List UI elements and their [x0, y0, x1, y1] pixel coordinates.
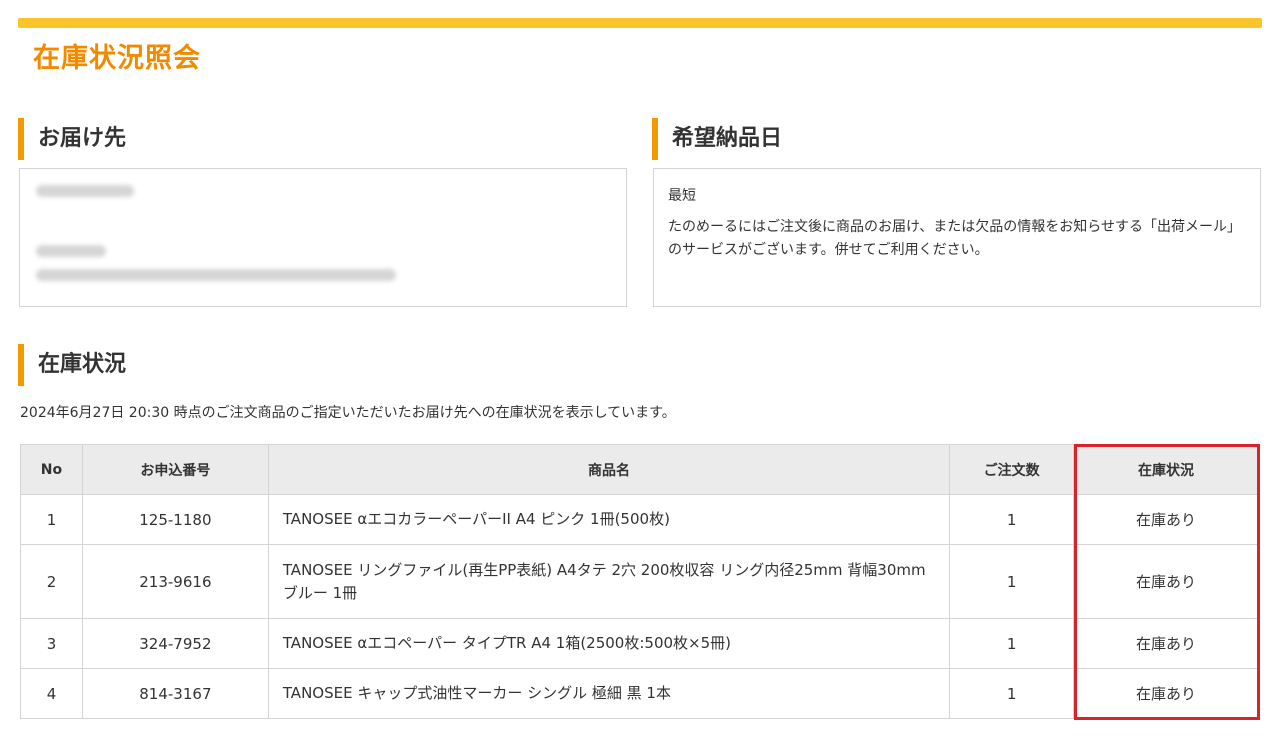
stock-info-text: 2024年6月27日 20:30 時点のご注文商品のご指定いただいたお届け先への… [20, 405, 676, 421]
cell-quantity: 1 [949, 544, 1075, 619]
cell-stock-status: 在庫あり [1073, 668, 1259, 719]
table-row: 3 324-7952 TANOSEE αエコペーパー タイプTR A4 1箱(2… [20, 618, 1259, 669]
cell-quantity: 1 [949, 668, 1075, 719]
desired-date-heading: 希望納品日 [652, 118, 782, 160]
cell-product-name: TANOSEE キャップ式油性マーカー シングル 極細 黒 1本 [267, 668, 951, 719]
table-row: 1 125-1180 TANOSEE αエコカラーペーパーII A4 ピンク 1… [20, 494, 1259, 545]
top-accent-bar [18, 18, 1262, 28]
blurred-recipient-name [36, 185, 134, 197]
cell-stock-status: 在庫あり [1073, 618, 1259, 669]
blurred-postal-code [36, 245, 106, 257]
desired-date-value: 最短 [668, 188, 696, 204]
cell-quantity: 1 [949, 618, 1075, 669]
cell-quantity: 1 [949, 494, 1075, 545]
column-header-stock-status: 在庫状況 [1073, 444, 1259, 495]
column-header-no: No [20, 444, 83, 495]
cell-no: 4 [20, 668, 83, 719]
cell-order-number: 213-9616 [81, 544, 269, 619]
page-title: 在庫状況照会 [33, 43, 201, 74]
table-row: 2 213-9616 TANOSEE リングファイル(再生PP表紙) A4タテ … [20, 544, 1259, 619]
cell-order-number: 125-1180 [81, 494, 269, 545]
stock-inquiry-page: 在庫状況照会 お届け先 希望納品日 最短 たのめーるにはご注文後に商品のお届け、… [0, 0, 1280, 740]
table-header-row: No お申込番号 商品名 ご注文数 在庫状況 [20, 444, 1259, 495]
column-header-quantity: ご注文数 [949, 444, 1075, 495]
shipping-mail-note: たのめーるにはご注文後に商品のお届け、または欠品の情報をお知らせする「出荷メール… [668, 219, 1242, 258]
cell-product-name: TANOSEE リングファイル(再生PP表紙) A4タテ 2穴 200枚収容 リ… [267, 544, 951, 619]
stock-heading: 在庫状況 [18, 344, 126, 386]
cell-order-number: 324-7952 [81, 618, 269, 669]
cell-order-number: 814-3167 [81, 668, 269, 719]
delivery-heading: お届け先 [18, 118, 126, 160]
blurred-address [36, 269, 396, 281]
cell-no: 3 [20, 618, 83, 669]
desired-date-box: 最短 たのめーるにはご注文後に商品のお届け、または欠品の情報をお知らせする「出荷… [653, 168, 1261, 307]
cell-product-name: TANOSEE αエコペーパー タイプTR A4 1箱(2500枚:500枚×5… [267, 618, 951, 669]
cell-stock-status: 在庫あり [1073, 494, 1259, 545]
cell-stock-status: 在庫あり [1073, 544, 1259, 619]
cell-no: 2 [20, 544, 83, 619]
column-header-order-number: お申込番号 [81, 444, 269, 495]
stock-table: No お申込番号 商品名 ご注文数 在庫状況 1 125-1180 TANOSE… [20, 444, 1259, 719]
column-header-product-name: 商品名 [267, 444, 951, 495]
cell-no: 1 [20, 494, 83, 545]
delivery-address-box [19, 168, 627, 307]
cell-product-name: TANOSEE αエコカラーペーパーII A4 ピンク 1冊(500枚) [267, 494, 951, 545]
table-row: 4 814-3167 TANOSEE キャップ式油性マーカー シングル 極細 黒… [20, 668, 1259, 719]
